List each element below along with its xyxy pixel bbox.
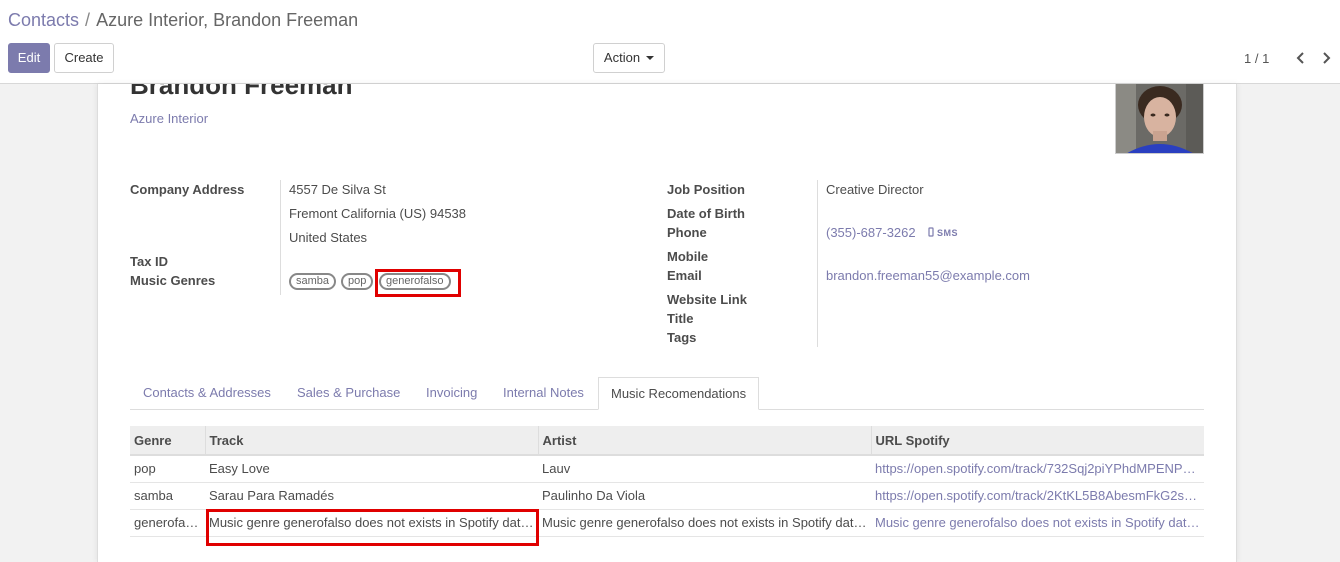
company-link[interactable]: Azure Interior xyxy=(130,111,208,126)
avatar[interactable] xyxy=(1115,84,1204,154)
column-header-track[interactable]: Track xyxy=(204,426,538,456)
genre-tag-samba[interactable]: samba xyxy=(289,273,337,290)
job-position-label: Job Position xyxy=(667,182,745,197)
form-sheet: Brandon Freeman Azure Interior Company A… xyxy=(97,84,1237,562)
create-button[interactable]: Create xyxy=(54,43,114,73)
divider xyxy=(817,180,818,347)
cell-url-spotify[interactable]: Music genre generofalso does not exists … xyxy=(871,509,1204,537)
highlight-box xyxy=(375,269,461,297)
genre-tag-pop[interactable]: pop xyxy=(341,273,374,290)
tab-contacts-addresses[interactable]: Contacts & Addresses xyxy=(143,377,271,410)
country-value: United States xyxy=(289,230,368,245)
cell-genre: pop xyxy=(130,455,205,483)
cell-artist: Paulinho Da Viola xyxy=(538,482,871,510)
breadcrumb: Contacts / Azure Interior, Brandon Freeman xyxy=(8,10,358,31)
notebook-tabs: Contacts & Addresses Sales & Purchase In… xyxy=(130,377,1204,410)
column-header-artist[interactable]: Artist xyxy=(537,426,871,456)
pager-value[interactable]: 1 / 1 xyxy=(1244,51,1269,66)
edit-button[interactable]: Edit xyxy=(8,43,50,73)
tab-sales-purchase[interactable]: Sales & Purchase xyxy=(297,377,400,410)
phone-label: Phone xyxy=(667,225,707,240)
cell-genre: generofalso xyxy=(130,509,205,537)
email-label: Email xyxy=(667,268,702,283)
column-header-genre[interactable]: Genre xyxy=(130,426,205,456)
table-row[interactable]: samba Sarau Para Ramadés Paulinho Da Vio… xyxy=(130,482,1204,510)
tags-label: Tags xyxy=(667,330,697,345)
cell-url-spotify[interactable]: https://open.spotify.com/track/2KtKL5B8A… xyxy=(871,482,1204,510)
tab-invoicing[interactable]: Invoicing xyxy=(426,377,477,410)
cell-artist: Music genre generofalso does not exists … xyxy=(538,509,871,537)
caret-down-icon xyxy=(646,55,655,60)
mobile-phone-icon xyxy=(927,226,935,238)
table-header-row: Genre Track Artist URL Spotify xyxy=(130,426,1204,456)
tab-internal-notes[interactable]: Internal Notes xyxy=(503,377,584,410)
table-row[interactable]: pop Easy Love Lauv https://open.spotify.… xyxy=(130,455,1204,483)
job-position-value: Creative Director xyxy=(826,182,924,197)
cell-track: Sarau Para Ramadés xyxy=(205,482,538,510)
sms-button[interactable]: SMS xyxy=(937,228,958,238)
highlight-box xyxy=(206,509,539,546)
breadcrumb-separator: / xyxy=(85,10,91,30)
divider xyxy=(280,180,281,295)
cell-genre: samba xyxy=(130,482,205,510)
chevron-right-icon[interactable] xyxy=(1320,49,1334,67)
action-dropdown[interactable]: Action xyxy=(593,43,665,73)
website-link-label: Website Link xyxy=(667,292,747,307)
city-line-value: Fremont California (US) 94538 xyxy=(289,206,467,221)
breadcrumb-current: Azure Interior, Brandon Freeman xyxy=(96,10,359,30)
control-panel: Contacts / Azure Interior, Brandon Freeman… xyxy=(0,0,1340,84)
company-address-label: Company Address xyxy=(130,182,245,197)
tab-music-recomendations[interactable]: Music Recomendations xyxy=(598,377,760,410)
mobile-label: Mobile xyxy=(667,249,709,264)
tax-id-label: Tax ID xyxy=(130,254,169,269)
avatar-photo xyxy=(1116,84,1203,153)
street-value: 4557 De Silva St xyxy=(289,182,386,197)
title-label: Title xyxy=(667,311,694,326)
breadcrumb-contacts-link[interactable]: Contacts xyxy=(8,10,79,30)
date-of-birth-label: Date of Birth xyxy=(667,206,745,221)
action-label: Action xyxy=(603,50,641,65)
email-link[interactable]: brandon.freeman55@example.com xyxy=(826,268,1030,283)
cell-url-spotify[interactable]: https://open.spotify.com/track/732Sqj2pi… xyxy=(871,455,1204,483)
contact-name: Brandon Freeman xyxy=(130,84,353,100)
chevron-left-icon[interactable] xyxy=(1293,49,1307,67)
phone-link[interactable]: (355)-687-3262 xyxy=(826,225,916,240)
cell-artist: Lauv xyxy=(538,455,871,483)
music-genres-label: Music Genres xyxy=(130,273,216,288)
cell-track: Easy Love xyxy=(205,455,538,483)
column-header-url-spotify[interactable]: URL Spotify xyxy=(870,426,1204,456)
